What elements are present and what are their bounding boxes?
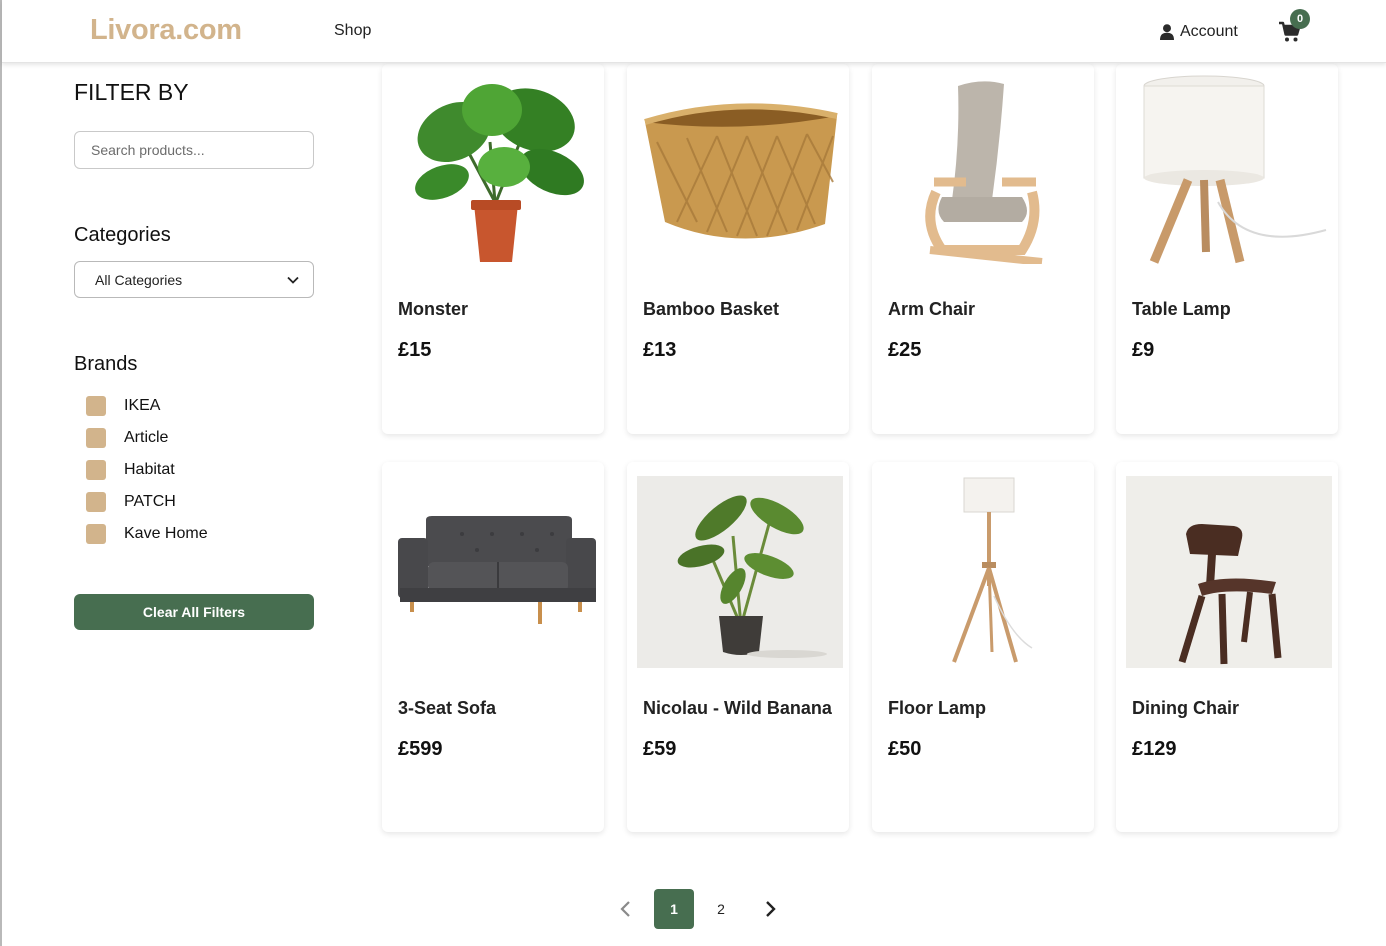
dining-chair-icon [1126,476,1332,668]
brand-label: Article [124,429,169,446]
product-card-3-seat-sofa[interactable]: 3-Seat Sofa £599 [382,462,604,832]
product-price: £25 [888,339,922,361]
product-image [392,476,598,668]
brand-label: Habitat [124,461,175,478]
product-price: £15 [398,339,432,361]
product-image [1126,476,1332,668]
filter-heading: FILTER BY [74,79,189,105]
category-select[interactable]: All Categories [74,261,314,298]
brand-option-article[interactable]: Article [86,422,208,454]
product-price: £599 [398,738,443,760]
cart-count-badge: 0 [1290,9,1310,29]
product-image [882,476,1088,668]
chevron-down-icon [287,276,299,284]
search-input[interactable] [74,131,314,169]
product-card-dining-chair[interactable]: Dining Chair £129 [1116,462,1338,832]
product-price: £59 [643,738,677,760]
product-card-floor-lamp[interactable]: Floor Lamp £50 [872,462,1094,832]
table-lamp-icon [1143,75,1327,264]
page-button-2[interactable]: 2 [701,889,741,929]
bamboo-basket-icon [644,103,838,239]
product-name: Bamboo Basket [643,299,780,319]
monstera-plant-icon [415,84,584,262]
brand-option-patch[interactable]: PATCH [86,486,208,518]
chevron-right-icon[interactable] [760,898,780,920]
page-button-1[interactable]: 1 [654,889,694,929]
product-name: Table Lamp [1132,299,1231,319]
product-image [1126,72,1332,264]
product-image [637,72,843,264]
product-card-bamboo-basket[interactable]: Bamboo Basket £13 [627,64,849,434]
site-logo[interactable]: Livora.com [90,14,242,47]
product-price: £9 [1132,339,1155,361]
account-label: Account [1180,23,1238,40]
account-link[interactable]: Account [1160,21,1238,43]
categories-heading: Categories [74,224,171,246]
top-navbar: Livora.com Shop Account 0 [2,0,1386,63]
product-price: £50 [888,738,922,760]
brand-checkbox[interactable] [86,428,106,448]
brand-filter-list: IKEA Article Habitat PATCH Kave Home [86,390,208,550]
clear-filters-button[interactable]: Clear All Filters [74,594,314,630]
brand-label: IKEA [124,397,161,414]
product-image [637,476,843,668]
product-name: Dining Chair [1132,698,1239,718]
brand-option-kave-home[interactable]: Kave Home [86,518,208,550]
brand-label: PATCH [124,493,176,510]
brand-option-ikea[interactable]: IKEA [86,390,208,422]
brand-option-habitat[interactable]: Habitat [86,454,208,486]
product-card-table-lamp[interactable]: Table Lamp £9 [1116,64,1338,434]
product-image [392,72,598,264]
category-selected-value: All Categories [95,271,183,288]
nav-link-shop[interactable]: Shop [334,22,371,40]
product-name: 3-Seat Sofa [398,698,497,718]
window-edge [0,0,2,946]
product-image [882,72,1088,264]
banana-plant-icon [637,476,843,668]
floor-lamp-icon [952,477,1033,663]
brand-checkbox[interactable] [86,396,106,416]
product-card-monster[interactable]: Monster £15 [382,64,604,434]
user-icon [1160,24,1174,40]
product-name: Monster [398,299,469,319]
brands-heading: Brands [74,353,138,375]
product-price: £13 [643,339,677,361]
product-price: £129 [1132,738,1177,760]
arm-chair-icon [925,81,1043,264]
brand-checkbox[interactable] [86,524,106,544]
brand-checkbox[interactable] [86,492,106,512]
product-name: Nicolau - Wild Banana [643,698,832,718]
product-card-arm-chair[interactable]: Arm Chair £25 [872,64,1094,434]
brand-checkbox[interactable] [86,460,106,480]
chevron-left-icon[interactable] [616,898,636,920]
product-name: Floor Lamp [888,698,986,718]
sofa-icon [398,516,596,624]
product-name: Arm Chair [888,299,976,319]
brand-label: Kave Home [124,525,208,542]
product-card-nicolau-wild-banana[interactable]: Nicolau - Wild Banana £59 [627,462,849,832]
